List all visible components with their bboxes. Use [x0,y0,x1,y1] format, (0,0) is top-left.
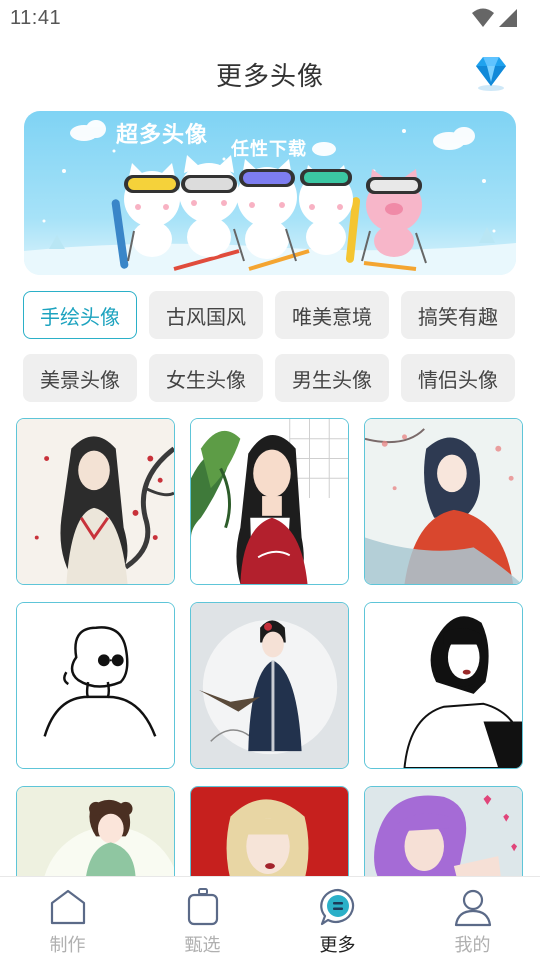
category-tabs: 手绘头像 古风国风 唯美意境 搞笑有趣 美景头像 女生头像 男生头像 情侣头像 [23,291,517,402]
nav-label: 制作 [49,935,86,955]
category-chip-funny[interactable]: 搞笑有趣 [401,291,515,339]
avatar-grid [16,418,524,953]
avatar-image [17,603,174,768]
chat-bubble-icon [319,888,354,926]
page-title: 更多头像 [215,60,324,91]
person-icon [454,889,491,927]
nav-item-mine[interactable]: 我的 [405,877,540,960]
category-chip-boys[interactable]: 男生头像 [275,354,389,402]
category-chip-aesthetic[interactable]: 唯美意境 [275,291,389,339]
status-bar: 11:41 [0,0,540,36]
category-chip-scenery[interactable]: 美景头像 [23,354,137,402]
nav-item-select[interactable]: 甄选 [135,877,270,960]
category-chip-couples[interactable]: 情侣头像 [401,354,515,402]
diamond-icon[interactable] [470,52,512,94]
pentagon-icon [50,889,85,925]
bag-icon [187,888,218,926]
status-icons [472,8,518,28]
category-chip-girls[interactable]: 女生头像 [149,354,263,402]
avatar-thumbnail[interactable] [16,418,175,585]
avatar-image [17,419,174,584]
avatar-thumbnail[interactable] [364,418,523,585]
wifi-icon [472,8,494,27]
avatar-image [365,603,522,768]
avatar-image [191,419,348,584]
avatar-thumbnail[interactable] [190,602,349,769]
avatar-thumbnail[interactable] [190,418,349,585]
avatar-image [191,603,348,768]
banner-title: 超多头像 [116,122,209,147]
nav-item-make[interactable]: 制作 [0,877,135,960]
avatar-thumbnail[interactable] [364,602,523,769]
banner-subtitle: 任性下载 [231,139,307,159]
nav-label: 我的 [454,935,491,955]
category-chip-hand-drawn[interactable]: 手绘头像 [23,291,137,339]
status-time: 11:41 [10,6,62,29]
header: 更多头像 [0,44,540,104]
bottom-nav: 制作 甄选 更多 我的 [0,876,540,960]
nav-label: 更多 [319,935,356,955]
category-chip-ancient-style[interactable]: 古风国风 [149,291,263,339]
nav-item-more[interactable]: 更多 [270,877,405,960]
signal-icon [499,9,517,27]
nav-label: 甄选 [184,935,221,955]
avatar-image [365,419,522,584]
promo-banner[interactable]: 超多头像 任性下载 [24,111,516,275]
avatar-thumbnail[interactable] [16,602,175,769]
